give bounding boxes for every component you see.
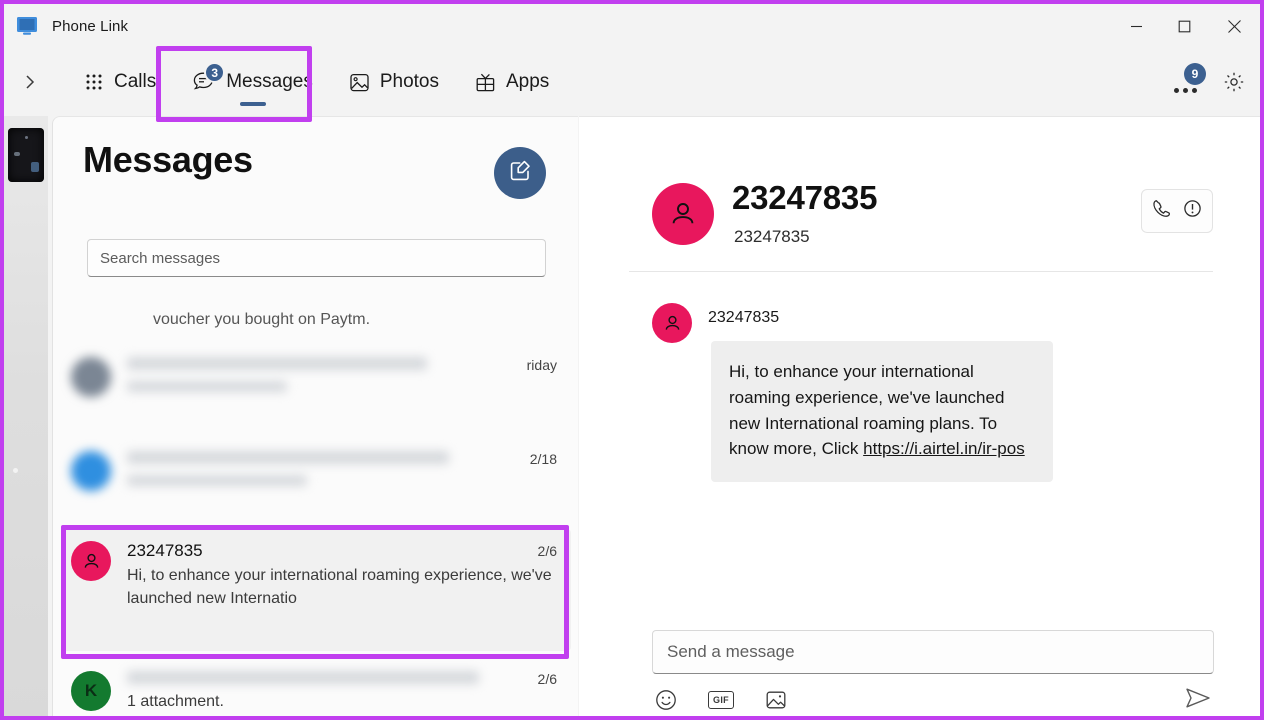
- tab-apps[interactable]: Apps: [457, 48, 567, 116]
- message-composer: GIF: [579, 620, 1260, 720]
- emoji-icon[interactable]: [652, 686, 680, 714]
- tab-photos[interactable]: Photos: [331, 48, 457, 116]
- close-button[interactable]: [1208, 4, 1260, 48]
- photo-icon: [349, 72, 370, 93]
- list-item[interactable]: 2/18: [61, 439, 571, 503]
- list-item-selected[interactable]: 23247835 2/6 Hi, to enhance your interna…: [61, 529, 571, 651]
- tab-strip: Calls 3 Messages: [66, 48, 567, 116]
- gif-label: GIF: [708, 691, 734, 709]
- page-title: Messages: [83, 139, 253, 181]
- minimize-button[interactable]: [1112, 4, 1160, 48]
- title-bar: Phone Link: [4, 4, 1260, 48]
- list-item-name: 23247835: [127, 541, 530, 561]
- avatar: [71, 451, 111, 491]
- conversation-list[interactable]: voucher you bought on Paytm. riday: [53, 297, 578, 720]
- message-bubble: Hi, to enhance your international roamin…: [711, 341, 1053, 482]
- conversation-pane: 23247835 23247835: [579, 116, 1260, 720]
- avatar: [71, 541, 111, 581]
- conversation-actions: [1141, 189, 1213, 233]
- expand-sidebar-button[interactable]: [8, 48, 52, 116]
- search-box[interactable]: [87, 239, 546, 277]
- phone-link-window: Phone Link: [0, 0, 1264, 720]
- avatar: K: [71, 671, 111, 711]
- nav-bar: Calls 3 Messages: [4, 48, 1260, 116]
- tab-messages[interactable]: 3 Messages: [174, 48, 331, 116]
- send-icon: [1184, 686, 1212, 715]
- more-dots-icon: [1174, 88, 1197, 93]
- settings-button[interactable]: [1214, 59, 1254, 105]
- nav-right-actions: 9: [1162, 48, 1254, 116]
- conversation-title: 23247835: [732, 179, 877, 217]
- list-item-snippet: Hi, to enhance your international roamin…: [127, 564, 557, 610]
- composer-tools: GIF: [652, 686, 790, 714]
- window-controls: [1112, 4, 1260, 48]
- search-input[interactable]: [100, 250, 520, 267]
- composer-box[interactable]: [652, 630, 1214, 674]
- list-item-time: riday: [527, 357, 557, 373]
- send-button[interactable]: [1182, 686, 1214, 714]
- new-message-button[interactable]: [494, 147, 546, 199]
- message-bubble-icon: 3: [192, 71, 216, 93]
- compose-pencil-icon: [508, 158, 533, 188]
- tab-photos-label: Photos: [380, 71, 439, 93]
- window-title: Phone Link: [52, 18, 128, 35]
- phone-screen-thumbnail[interactable]: [8, 128, 44, 182]
- app-logo-icon: [14, 13, 40, 39]
- more-notifications-badge: 9: [1184, 63, 1206, 85]
- maximize-button[interactable]: [1160, 4, 1208, 48]
- call-icon[interactable]: [1151, 198, 1172, 224]
- message-avatar: [652, 303, 692, 343]
- dialpad-icon: [84, 72, 104, 92]
- active-tab-indicator: [240, 102, 266, 106]
- partial-conversation-snippet: voucher you bought on Paytm.: [153, 311, 370, 329]
- image-icon[interactable]: [762, 686, 790, 714]
- rail-indicator-dot: [13, 468, 18, 473]
- avatar-letter: K: [85, 681, 97, 701]
- messages-unread-badge: 3: [204, 62, 225, 83]
- list-item[interactable]: riday: [61, 345, 571, 409]
- messages-list-pane: Messages voucher you bought on Paytm.: [52, 116, 578, 720]
- message-sender: 23247835: [708, 309, 779, 327]
- tab-apps-label: Apps: [506, 71, 549, 93]
- tab-calls[interactable]: Calls: [66, 48, 174, 116]
- gif-icon[interactable]: GIF: [707, 686, 735, 714]
- message-input[interactable]: [667, 642, 1187, 662]
- conversation-subtitle: 23247835: [734, 227, 810, 247]
- avatar: [71, 357, 111, 397]
- info-icon[interactable]: [1182, 198, 1203, 224]
- conversation-avatar: [652, 183, 714, 245]
- list-item-time: 2/18: [530, 451, 557, 467]
- conversation-header: 23247835 23247835: [579, 117, 1260, 263]
- list-item-snippet: 1 attachment.: [127, 690, 557, 713]
- tab-messages-label: Messages: [226, 71, 313, 93]
- list-item-time: 2/6: [538, 671, 557, 687]
- apps-grid-icon: [475, 72, 496, 93]
- tab-calls-label: Calls: [114, 71, 156, 93]
- header-divider: [629, 271, 1213, 272]
- device-rail[interactable]: [4, 116, 48, 720]
- more-options-button[interactable]: 9: [1162, 59, 1208, 105]
- message-link[interactable]: https://i.airtel.in/ir-pos: [863, 439, 1025, 458]
- list-item[interactable]: K 2/6 1 attachment.: [61, 659, 571, 720]
- list-item-time: 2/6: [538, 543, 557, 559]
